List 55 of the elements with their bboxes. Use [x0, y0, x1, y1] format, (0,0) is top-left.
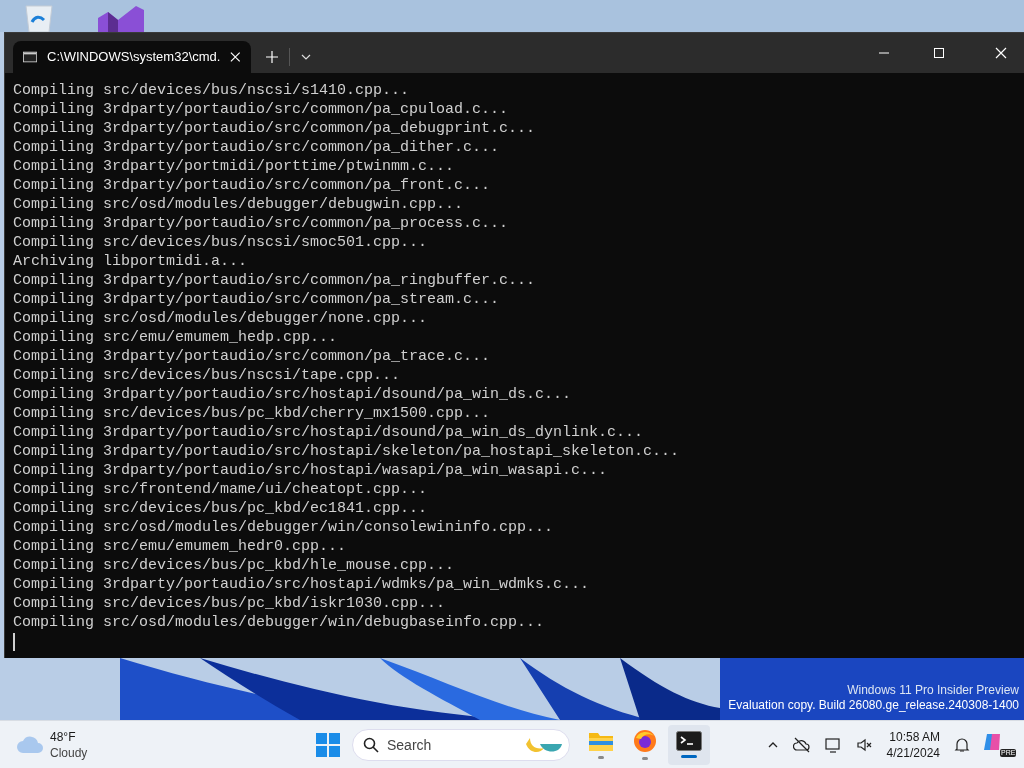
- console-line: Compiling src/devices/bus/pc_kbd/hle_mouse.cpp...: [13, 556, 455, 575]
- console-line: Compiling src/devices/bus/pc_kbd/ec1841.cpp...: [13, 499, 428, 518]
- console-line: Compiling src/emu/emumem_hedr0.cpp...: [13, 537, 347, 556]
- console-line: Compiling src/frontend/mame/ui/cheatopt.cpp...: [13, 480, 428, 499]
- console-line: Compiling src/devices/bus/nscsi/smoc501.cpp...: [13, 233, 428, 252]
- console-line: Compiling 3rdparty/portaudio/src/common/pa_front.c...: [13, 176, 491, 195]
- start-icon[interactable]: [316, 732, 340, 757]
- clock-date[interactable]: 4/21/2024: [886, 744, 940, 761]
- console-line: Compiling 3rdparty/portaudio/src/common/pa_ringbuffer.c...: [13, 271, 536, 290]
- console-line: Compiling src/devices/bus/pc_kbd/iskr1030.cpp...: [13, 594, 446, 613]
- terminal-icon: [676, 731, 702, 751]
- console-line: Compiling 3rdparty/portaudio/src/common/pa_cpuload.c...: [13, 100, 509, 119]
- clock-time[interactable]: 10:58 AM: [889, 728, 940, 745]
- copilot-icon[interactable]: [984, 732, 1000, 751]
- console-line: Compiling src/osd/modules/debugger/none.cpp...: [13, 309, 428, 328]
- console-line: Compiling 3rdparty/portaudio/src/hostapi/dsound/pa_win_ds.c...: [13, 385, 572, 404]
- console-line: Compiling src/devices/bus/nscsi/s1410.cpp...: [13, 81, 410, 100]
- text-cursor: [13, 633, 15, 651]
- console-line: Archiving libportmidi.a...: [13, 252, 248, 271]
- monitor-icon[interactable]: [824, 736, 843, 753]
- console-line: Compiling src/emu/emumem_hedp.cpp...: [13, 328, 338, 347]
- cloud-off-icon[interactable]: [792, 736, 811, 753]
- tab-title: C:\WINDOWS\system32\cmd.: [47, 48, 221, 67]
- maximize-icon[interactable]: [934, 48, 944, 58]
- speaker-muted-icon[interactable]: [856, 736, 873, 753]
- console-line: Compiling 3rdparty/portaudio/src/common/pa_stream.c...: [13, 290, 500, 309]
- search-icon: [363, 736, 379, 753]
- console-line: Compiling src/osd/modules/debugger/win/debugbaseinfo.cpp...: [13, 613, 545, 632]
- close-icon[interactable]: [230, 51, 241, 63]
- console-line: Compiling 3rdparty/portaudio/src/hostapi/skeleton/pa_hostapi_skeleton.c...: [13, 442, 680, 461]
- plus-icon[interactable]: [265, 50, 279, 64]
- console-line: Compiling src/devices/bus/pc_kbd/cherry_mx1500.cpp...: [13, 404, 491, 423]
- watermark-text: Evaluation copy. Build 26080.ge_release.240308-1400: [728, 698, 1019, 713]
- browser-icon: [633, 729, 657, 753]
- console-line: Compiling 3rdparty/portaudio/src/hostapi/dsound/pa_win_ds_dynlink.c...: [13, 423, 644, 442]
- console-line: Compiling 3rdparty/portaudio/src/common/pa_dither.c...: [13, 138, 500, 157]
- taskbar-app[interactable]: [668, 724, 710, 765]
- console-line: Compiling 3rdparty/portaudio/src/common/pa_trace.c...: [13, 347, 491, 366]
- bell-icon[interactable]: [954, 736, 970, 753]
- console-line: Compiling src/osd/modules/debugger/win/consolewininfo.cpp...: [13, 518, 554, 537]
- watermark-text: Windows 11 Pro Insider Preview: [847, 683, 1019, 698]
- console-line: Compiling src/devices/bus/nscsi/tape.cpp...: [13, 366, 401, 385]
- console-line: Compiling 3rdparty/portaudio/src/hostapi/wdmks/pa_win_wdmks.c...: [13, 575, 590, 594]
- console-line: Compiling 3rdparty/portmidi/porttime/ptwinmm.c...: [13, 157, 455, 176]
- console-line: Compiling 3rdparty/portaudio/src/hostapi/wasapi/pa_win_wasapi.c...: [13, 461, 608, 480]
- console-line: Compiling 3rdparty/portaudio/src/common/pa_debugprint.c...: [13, 119, 536, 138]
- temperature: 48°F: [50, 728, 77, 745]
- console-line: Compiling 3rdparty/portaudio/src/common/pa_process.c...: [13, 214, 509, 233]
- tab[interactable]: C:\WINDOWS\system32\cmd.: [13, 41, 251, 73]
- weather-condition: Cloudy: [50, 744, 88, 761]
- console-line: Compiling src/osd/modules/debugger/debugwin.cpp...: [13, 195, 464, 214]
- folder-icon: [588, 730, 614, 752]
- search-field[interactable]: Search: [352, 728, 570, 761]
- close-icon[interactable]: [995, 47, 1007, 59]
- console-icon: [23, 51, 38, 63]
